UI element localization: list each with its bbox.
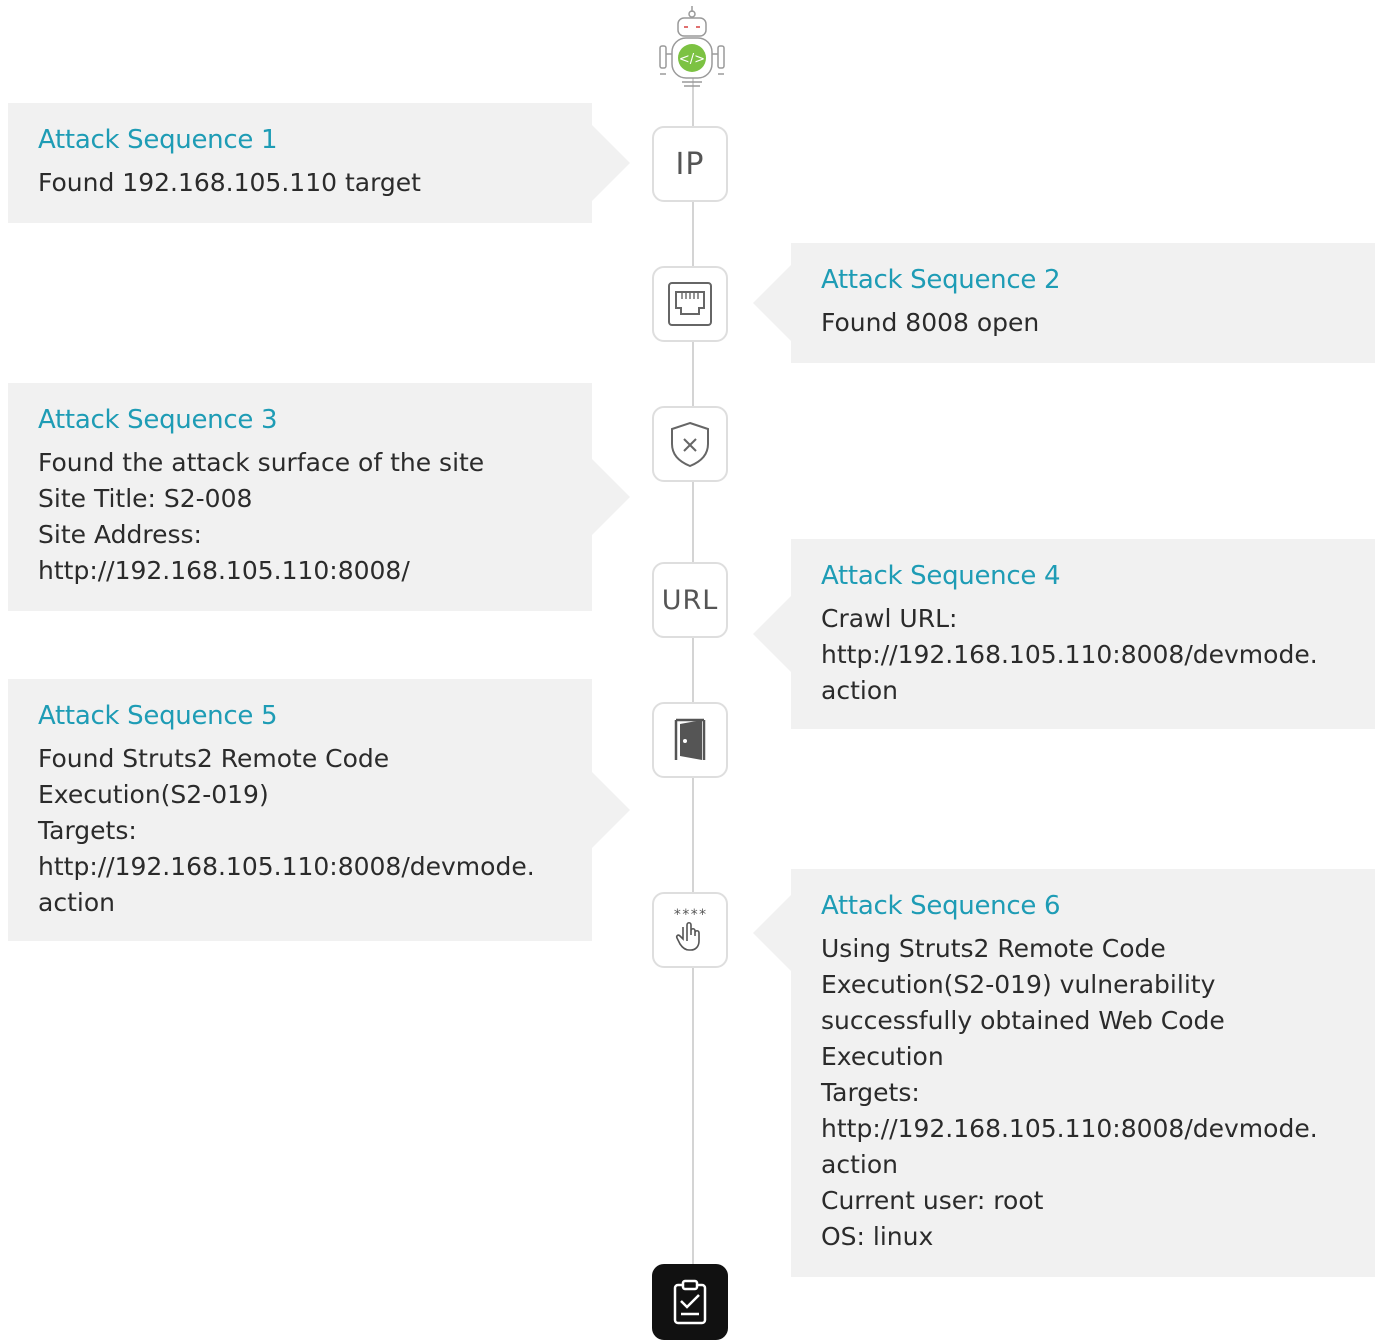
sequence-line: Site Address: <box>38 520 202 549</box>
sequence-title: Attack Sequence 4 <box>821 561 1061 591</box>
sequence-title: Attack Sequence 2 <box>821 265 1061 295</box>
attack-sequence-card-1: Attack Sequence 1 Found 192.168.105.110 … <box>8 103 630 223</box>
ip-icon: IP <box>652 126 728 202</box>
attack-sequence-card-4: Attack Sequence 4 Crawl URL: http://192.… <box>753 539 1375 729</box>
attack-sequence-card-3: Attack Sequence 3 Found the attack surfa… <box>8 383 630 611</box>
sequence-line: action <box>821 1150 898 1179</box>
ethernet-port-icon <box>652 266 728 342</box>
sequence-line: Crawl URL: <box>821 604 958 633</box>
sequence-line: http://192.168.105.110:8008/devmode. <box>38 852 535 881</box>
attack-sequence-card-5: Attack Sequence 5 Found Struts2 Remote C… <box>8 679 630 941</box>
sequence-title: Attack Sequence 3 <box>38 405 278 435</box>
sequence-line: http://192.168.105.110:8008/ <box>38 556 410 585</box>
sequence-line: Targets: <box>821 1078 920 1107</box>
sequence-line: successfully obtained Web Code <box>821 1006 1225 1035</box>
shield-x-icon <box>652 406 728 482</box>
sequence-line: Current user: root <box>821 1186 1044 1215</box>
sequence-line: http://192.168.105.110:8008/devmode. <box>821 1114 1318 1143</box>
sequence-title: Attack Sequence 6 <box>821 891 1061 921</box>
sequence-line: Site Title: S2-008 <box>38 484 253 513</box>
svg-text:****: **** <box>673 907 707 923</box>
sequence-line: action <box>821 676 898 705</box>
sequence-line: Found 192.168.105.110 target <box>38 168 421 197</box>
sequence-line: http://192.168.105.110:8008/devmode. <box>821 640 1318 669</box>
sequence-line: Found Struts2 Remote Code <box>38 744 390 773</box>
sequence-line: OS: linux <box>821 1222 934 1251</box>
password-click-icon: **** <box>652 892 728 968</box>
sequence-line: Found the attack surface of the site <box>38 448 485 477</box>
ip-label: IP <box>675 146 705 182</box>
sequence-line: Execution <box>821 1042 944 1071</box>
svg-text:</>: </> <box>679 52 705 67</box>
sequence-line: Targets: <box>38 816 137 845</box>
clipboard-check-icon <box>652 1264 728 1340</box>
sequence-title: Attack Sequence 1 <box>38 125 278 155</box>
sequence-line: Execution(S2-019) vulnerability <box>821 970 1216 999</box>
sequence-line: Using Struts2 Remote Code <box>821 934 1166 963</box>
door-icon <box>652 702 728 778</box>
sequence-line: Found 8008 open <box>821 308 1040 337</box>
sequence-line: action <box>38 888 115 917</box>
sequence-line: Execution(S2-019) <box>38 780 269 809</box>
url-label: URL <box>661 584 719 616</box>
attack-sequence-card-2: Attack Sequence 2 Found 8008 open <box>753 243 1375 363</box>
attack-sequence-card-6: Attack Sequence 6 Using Struts2 Remote C… <box>753 869 1375 1277</box>
timeline-line <box>692 40 694 1275</box>
sequence-title: Attack Sequence 5 <box>38 701 278 731</box>
robot-icon: </> <box>659 6 725 87</box>
url-icon: URL <box>652 562 728 638</box>
